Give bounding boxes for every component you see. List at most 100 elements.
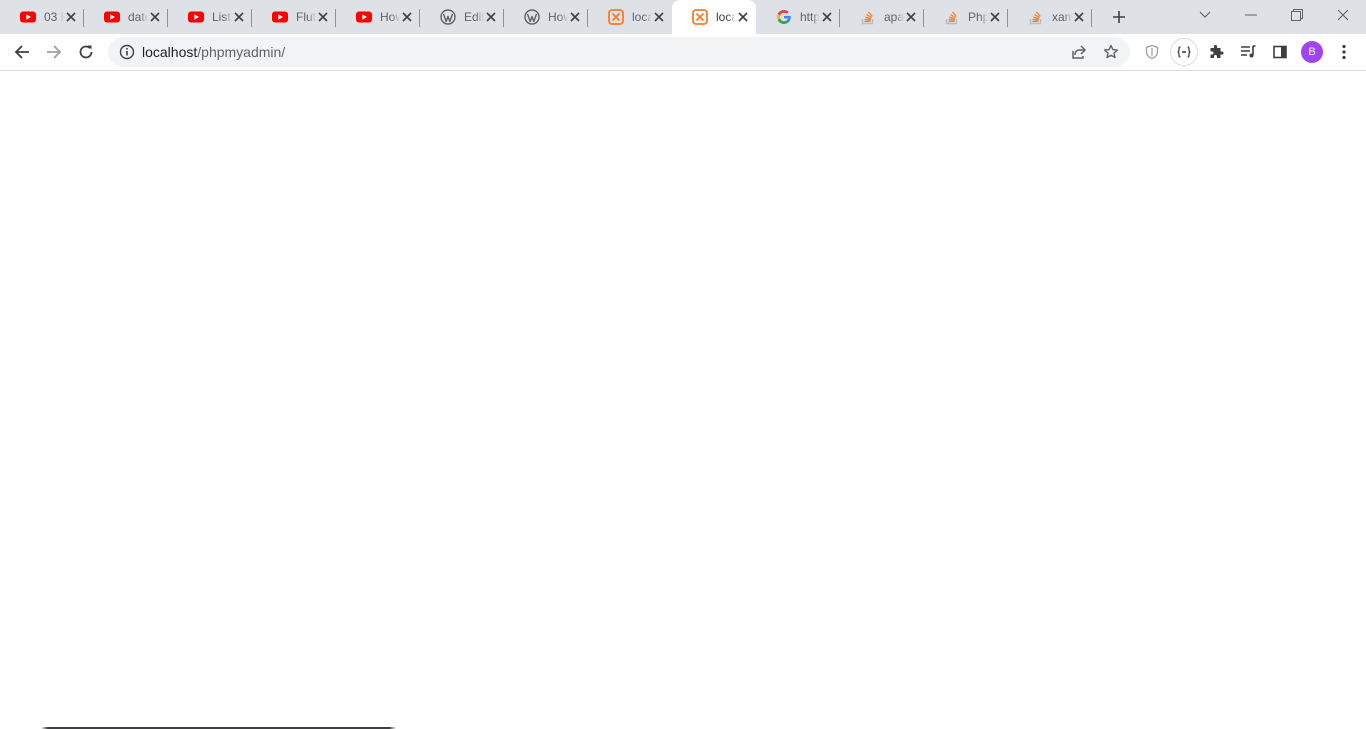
url-path: /phpmyadmin/ [197, 44, 286, 60]
xampp-icon [692, 9, 708, 25]
tab-8[interactable]: loca [588, 0, 672, 34]
tab-10[interactable]: http [756, 0, 840, 34]
tab-title: How [548, 10, 569, 24]
tab-strip: 03 H date List Flut How Edit How loca loca http ap… [0, 0, 1366, 34]
tab-close-button[interactable] [316, 9, 330, 25]
url-host: localhost [142, 44, 198, 60]
tab-search-button[interactable] [1196, 6, 1214, 24]
media-controls-button[interactable] [1234, 38, 1262, 66]
tab-2[interactable]: date [84, 0, 168, 34]
arrow-right-icon [47, 45, 62, 59]
tab-3[interactable]: List [168, 0, 252, 34]
puzzle-icon [1210, 45, 1224, 58]
arrow-left-icon [14, 45, 29, 59]
info-icon [119, 44, 135, 60]
stackoverflow-icon [944, 9, 960, 25]
forward-button[interactable] [40, 38, 68, 66]
tab-close-button[interactable] [820, 9, 834, 25]
tab-close-button[interactable] [988, 9, 1002, 25]
reload-icon [79, 45, 93, 59]
back-button[interactable] [8, 38, 36, 66]
tab-close-button[interactable] [232, 9, 246, 25]
tab-close-button[interactable] [484, 9, 498, 25]
tab-11[interactable]: apa [840, 0, 924, 34]
tab-7[interactable]: How [504, 0, 588, 34]
tab-title: Flut [296, 10, 317, 24]
close-icon [1337, 9, 1349, 21]
extensions-button[interactable] [1202, 38, 1230, 66]
extension-shield-button[interactable] [1138, 38, 1166, 66]
tab-12[interactable]: Php [924, 0, 1008, 34]
site-info-button[interactable] [118, 43, 136, 61]
close-icon [486, 12, 496, 22]
tab-9[interactable]: loca [672, 0, 756, 34]
tab-title: apa [884, 10, 905, 24]
tab-title: List [212, 10, 231, 24]
tab-title: Php [968, 10, 989, 24]
json-braces-icon [1177, 46, 1191, 58]
close-icon [738, 12, 748, 22]
tab-close-button[interactable] [736, 9, 750, 25]
plus-icon [1113, 11, 1125, 23]
tab-title: loca [716, 10, 737, 24]
youtube-icon [188, 9, 204, 25]
tab-title: xam [1052, 10, 1073, 24]
tab-close-button[interactable] [904, 9, 918, 25]
shield-icon [1145, 44, 1159, 60]
tab-title: Edit [464, 10, 485, 24]
menu-button[interactable] [1330, 38, 1358, 66]
stackoverflow-icon [1028, 9, 1044, 25]
tab-6[interactable]: Edit [420, 0, 504, 34]
star-icon [1103, 44, 1119, 59]
tab-close-button[interactable] [568, 9, 582, 25]
close-window-button[interactable] [1320, 0, 1366, 30]
close-icon [150, 12, 160, 22]
wordpress-icon [440, 9, 456, 25]
share-icon [1072, 45, 1087, 59]
share-button[interactable] [1070, 43, 1088, 61]
close-icon [66, 12, 76, 22]
wordpress-icon [524, 9, 540, 25]
new-tab-button[interactable] [1108, 6, 1130, 28]
url-text[interactable]: localhost/phpmyadmin/ [142, 37, 285, 67]
google-icon [776, 9, 792, 25]
reload-button[interactable] [72, 38, 100, 66]
more-vert-icon [1342, 44, 1346, 60]
minimize-button[interactable] [1228, 0, 1274, 30]
tab-separator [1091, 9, 1092, 27]
profile-avatar[interactable]: B [1301, 41, 1323, 63]
tab-13[interactable]: xam [1008, 0, 1092, 34]
side-panel-icon [1273, 45, 1287, 59]
side-panel-button[interactable] [1266, 38, 1294, 66]
tab-title: http [800, 10, 821, 24]
tab-close-button[interactable] [400, 9, 414, 25]
extension-json-button[interactable] [1170, 38, 1198, 66]
youtube-icon [104, 9, 120, 25]
tab-close-button[interactable] [64, 9, 78, 25]
tab-close-button[interactable] [652, 9, 666, 25]
close-icon [402, 12, 412, 22]
tab-1[interactable]: 03 H [0, 0, 84, 34]
tab-title: How [380, 10, 401, 24]
tab-close-button[interactable] [1072, 9, 1086, 25]
youtube-icon [272, 9, 288, 25]
tab-close-button[interactable] [148, 9, 162, 25]
address-bar[interactable]: localhost/phpmyadmin/ [108, 37, 1130, 67]
close-icon [318, 12, 328, 22]
bookmark-button[interactable] [1102, 43, 1120, 61]
tab-4[interactable]: Flut [252, 0, 336, 34]
toolbar: localhost/phpmyadmin/ [0, 34, 1366, 70]
restore-icon [1291, 9, 1303, 21]
close-icon [570, 12, 580, 22]
stackoverflow-icon [860, 9, 876, 25]
close-icon [1074, 12, 1084, 22]
close-icon [822, 12, 832, 22]
youtube-icon [356, 9, 372, 25]
tab-title: 03 H [44, 10, 64, 24]
youtube-icon [20, 9, 36, 25]
restore-button[interactable] [1274, 0, 1320, 30]
close-icon [906, 12, 916, 22]
close-icon [234, 12, 244, 22]
playlist-icon [1241, 45, 1256, 58]
tab-5[interactable]: How [336, 0, 420, 34]
